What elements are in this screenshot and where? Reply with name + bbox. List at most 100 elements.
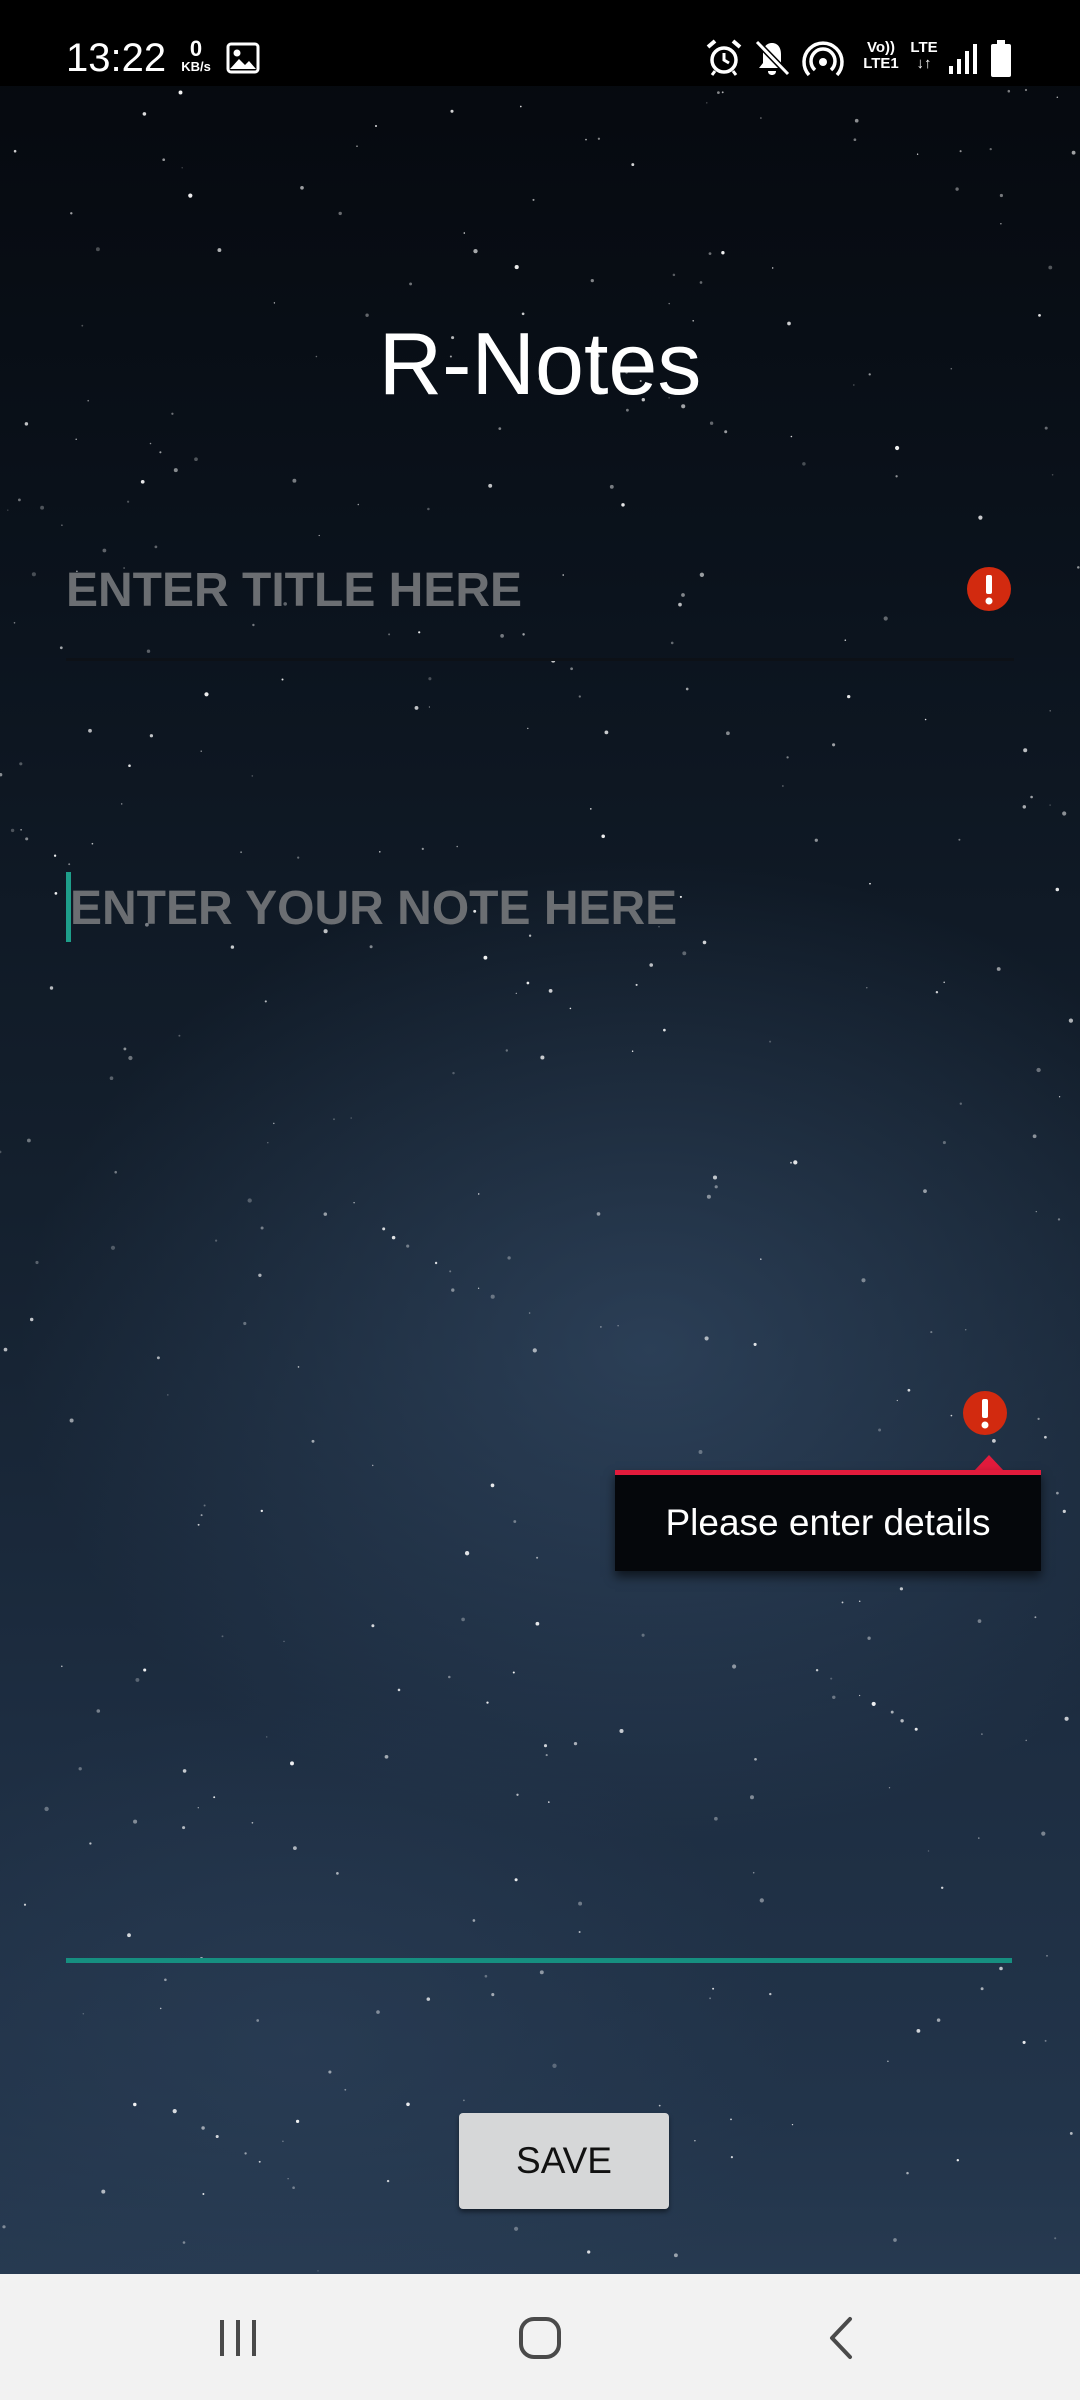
- star: [866, 986, 868, 989]
- network-speed-unit: KB/s: [181, 59, 211, 74]
- star: [217, 248, 222, 253]
- star: [127, 1933, 131, 1938]
- star: [18, 498, 21, 502]
- network-speed-value: 0: [189, 36, 203, 61]
- status-time: 13:22: [66, 36, 167, 80]
- signal-icon: [949, 44, 977, 74]
- star: [282, 2140, 284, 2143]
- star: [878, 1428, 882, 1432]
- star: [202, 2193, 205, 2195]
- star: [936, 2018, 941, 2022]
- star: [802, 462, 806, 466]
- star: [491, 1993, 495, 1997]
- star: [1032, 1134, 1037, 1139]
- star: [24, 422, 29, 426]
- save-button[interactable]: SAVE: [459, 2113, 669, 2209]
- star: [371, 1624, 375, 1628]
- star: [631, 163, 635, 167]
- star: [858, 1694, 861, 1697]
- star: [858, 1600, 861, 1602]
- home-button[interactable]: [440, 2274, 640, 2400]
- title-underline: [66, 658, 1014, 661]
- star: [406, 1244, 410, 1248]
- star: [1036, 1067, 1041, 1073]
- star: [989, 147, 992, 151]
- star: [149, 734, 154, 738]
- star: [40, 505, 45, 510]
- star: [486, 1701, 489, 1704]
- star: [709, 421, 714, 425]
- star: [379, 851, 381, 853]
- star: [120, 803, 123, 805]
- star: [590, 278, 594, 283]
- star: [397, 1688, 401, 1692]
- star: [609, 484, 614, 489]
- star: [281, 678, 284, 681]
- star: [273, 302, 276, 304]
- star: [699, 281, 703, 284]
- star: [959, 150, 962, 153]
- star: [724, 430, 728, 434]
- star: [3, 1347, 8, 1352]
- star: [197, 1807, 199, 1809]
- star: [133, 2102, 137, 2107]
- star: [1051, 474, 1054, 476]
- star: [1046, 1955, 1048, 1957]
- star: [641, 1633, 645, 1637]
- star: [26, 1138, 31, 1143]
- star: [1068, 1018, 1074, 1023]
- star: [999, 193, 1003, 198]
- star: [427, 507, 430, 511]
- star: [297, 856, 300, 859]
- star: [730, 2156, 733, 2159]
- home-icon: [519, 2317, 561, 2359]
- star: [488, 483, 493, 488]
- star: [1077, 566, 1080, 569]
- lte-data-icon: LTE ↓↑: [906, 40, 942, 72]
- star: [708, 252, 712, 256]
- star: [769, 1992, 772, 1996]
- star: [516, 1793, 519, 1796]
- star: [539, 1970, 544, 1975]
- star: [19, 762, 23, 766]
- star: [760, 117, 762, 119]
- star: [635, 983, 638, 986]
- star: [448, 1675, 451, 1679]
- star: [484, 1974, 488, 1978]
- star: [463, 2099, 465, 2102]
- star: [356, 145, 358, 147]
- star: [109, 1076, 114, 1081]
- star: [201, 2126, 205, 2130]
- star: [899, 1587, 904, 1591]
- star: [68, 863, 71, 866]
- star: [182, 2241, 186, 2244]
- star: [477, 1287, 480, 1289]
- star: [258, 1273, 262, 1277]
- star: [1064, 1716, 1069, 1721]
- star: [1044, 2039, 1047, 2042]
- star: [89, 1842, 92, 1845]
- star: [449, 1270, 452, 1273]
- star: [694, 2140, 696, 2142]
- recents-button[interactable]: [138, 2274, 338, 2400]
- star: [619, 1728, 624, 1734]
- star: [732, 1664, 737, 1669]
- back-button[interactable]: [742, 2274, 942, 2400]
- error-popup: Please enter details: [615, 1470, 1041, 1571]
- star: [790, 1161, 792, 1164]
- star: [540, 1055, 545, 1060]
- title-input[interactable]: [66, 552, 966, 628]
- star: [754, 1757, 757, 1761]
- star: [1054, 2237, 1057, 2240]
- star: [714, 1185, 718, 1189]
- star: [287, 2178, 289, 2180]
- star: [336, 1872, 339, 1875]
- star: [110, 1245, 116, 1250]
- star: [1037, 1417, 1040, 1421]
- back-icon: [830, 2317, 852, 2359]
- star: [589, 808, 592, 810]
- network-speed: 0 KB/s: [178, 38, 214, 74]
- star: [91, 842, 94, 845]
- note-input[interactable]: [66, 878, 1018, 938]
- star: [357, 503, 360, 506]
